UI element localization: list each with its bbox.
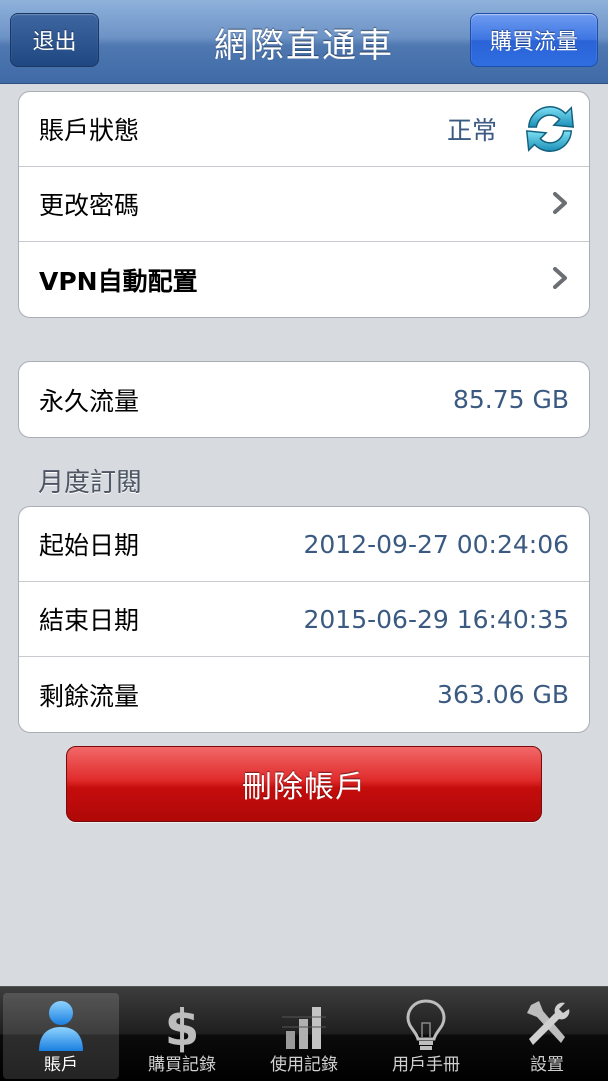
tab-account-label: 賬戶 xyxy=(44,1055,78,1075)
tab-purchase-history-label: 購買記錄 xyxy=(148,1055,216,1075)
chevron-right-icon xyxy=(553,192,567,214)
tab-usage-history[interactable]: 使用記錄 xyxy=(246,993,362,1079)
refresh-icon[interactable] xyxy=(519,98,581,160)
end-date-value: 2015-06-29 16:40:35 xyxy=(303,604,569,634)
account-status-row[interactable]: 賬戶狀態 正常 xyxy=(19,92,589,167)
buy-traffic-button[interactable]: 購買流量 xyxy=(470,13,598,67)
monthly-subscription-header: 月度訂閱 xyxy=(38,468,143,498)
tab-account[interactable]: 賬戶 xyxy=(3,993,119,1079)
end-date-row: 結束日期 2015-06-29 16:40:35 xyxy=(19,582,589,657)
permanent-traffic-row: 永久流量 85.75 GB xyxy=(19,362,589,437)
tab-usage-history-label: 使用記錄 xyxy=(270,1055,338,1075)
end-date-label: 結束日期 xyxy=(39,606,140,635)
change-password-label: 更改密碼 xyxy=(39,191,140,220)
remaining-traffic-label: 剩餘流量 xyxy=(39,681,140,711)
tab-user-manual-label: 用戶手冊 xyxy=(392,1055,460,1075)
start-date-value: 2012-09-27 00:24:06 xyxy=(303,529,569,559)
remaining-traffic-value: 363.06 GB xyxy=(437,680,569,709)
tab-bar: 賬戶 $ 購買記錄 使用記錄 用戶手冊 設置 xyxy=(0,986,608,1081)
vpn-config-row[interactable]: VPN自動配置 xyxy=(19,242,589,317)
change-password-row[interactable]: 更改密碼 xyxy=(19,167,589,242)
delete-account-button[interactable]: 刪除帳戶 xyxy=(66,746,542,822)
start-date-row: 起始日期 2012-09-27 00:24:06 xyxy=(19,507,589,582)
dollar-icon: $ xyxy=(165,999,200,1053)
vpn-config-label: VPN自動配置 xyxy=(39,266,198,296)
account-status-label: 賬戶狀態 xyxy=(39,116,140,145)
bar-chart-icon xyxy=(282,1007,326,1049)
tab-user-manual[interactable]: 用戶手冊 xyxy=(368,993,484,1079)
tools-icon xyxy=(527,1001,570,1045)
permanent-traffic-group: 永久流量 85.75 GB xyxy=(18,361,590,438)
account-status-value: 正常 xyxy=(446,116,497,145)
chevron-right-icon xyxy=(553,267,567,289)
user-icon xyxy=(39,1001,83,1051)
lightbulb-icon xyxy=(406,999,446,1050)
start-date-label: 起始日期 xyxy=(39,531,140,560)
svg-text:$: $ xyxy=(165,999,200,1053)
permanent-traffic-label: 永久流量 xyxy=(39,386,140,416)
tab-settings-label: 設置 xyxy=(530,1055,564,1075)
remaining-traffic-row: 剩餘流量 363.06 GB xyxy=(19,657,589,732)
permanent-traffic-value: 85.75 GB xyxy=(452,385,569,414)
monthly-subscription-group: 起始日期 2012-09-27 00:24:06 結束日期 2015-06-29… xyxy=(18,506,590,733)
account-group: 賬戶狀態 正常 更改密碼 VPN自動配置 xyxy=(18,91,590,318)
navigation-bar: 退出 網際直通車 購買流量 xyxy=(0,0,608,84)
tab-purchase-history[interactable]: $ 購買記錄 xyxy=(124,993,240,1079)
tab-settings[interactable]: 設置 xyxy=(489,993,605,1079)
